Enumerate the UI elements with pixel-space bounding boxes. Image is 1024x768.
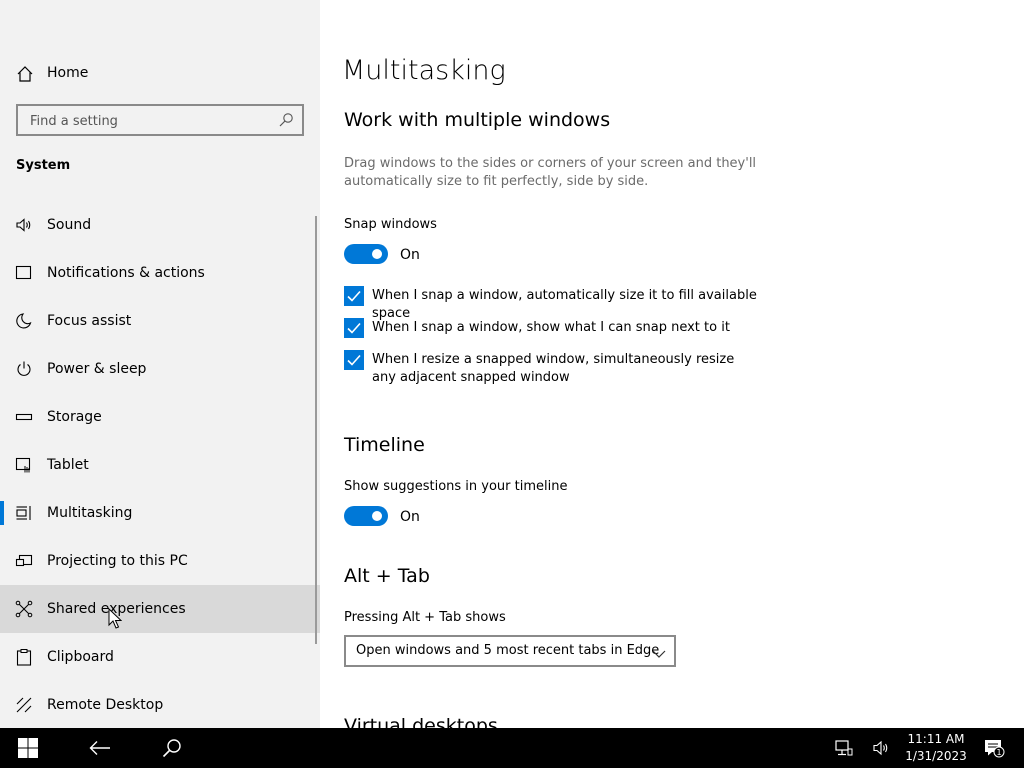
settings-search-box[interactable]: [16, 104, 304, 136]
section-title: System: [16, 158, 71, 173]
nav-home[interactable]: Home: [0, 49, 320, 97]
sidebar-item-label: Focus assist: [47, 313, 132, 329]
taskbar: 11:11 AM 1/31/2023 1: [0, 728, 1024, 768]
sidebar-scrollbar[interactable]: [315, 216, 317, 644]
sidebar-item-projecting[interactable]: Projecting to this PC: [0, 537, 320, 585]
search-icon: [162, 739, 181, 758]
notification-icon: [15, 264, 33, 282]
speaker-icon: [15, 216, 33, 234]
taskbar-clock[interactable]: 11:11 AM 1/31/2023: [898, 731, 974, 765]
sidebar-item-label: Multitasking: [47, 505, 133, 521]
power-icon: [15, 360, 33, 378]
sidebar-item-label: Power & sleep: [47, 361, 147, 377]
sidebar-item-power-sleep[interactable]: Power & sleep: [0, 345, 320, 393]
checkbox[interactable]: [344, 286, 364, 306]
back-arrow-icon: [89, 741, 110, 755]
sidebar-item-tablet[interactable]: Tablet: [0, 441, 320, 489]
multitasking-icon: [15, 504, 33, 522]
section-heading-timeline: Timeline: [344, 434, 425, 456]
snap-windows-state: On: [400, 247, 420, 263]
sidebar-nav-list: Sound Notifications & actions Focus assi…: [0, 201, 320, 728]
action-center-button[interactable]: 1: [972, 728, 1016, 768]
alt-tab-label: Pressing Alt + Tab shows: [344, 610, 506, 625]
toggle-knob: [372, 249, 382, 259]
sidebar-item-label: Tablet: [47, 457, 89, 473]
toggle-knob: [372, 511, 382, 521]
sidebar-item-storage[interactable]: Storage: [0, 393, 320, 441]
network-icon: [835, 740, 853, 756]
sidebar-item-sound[interactable]: Sound: [0, 201, 320, 249]
checkbox[interactable]: [344, 350, 364, 370]
sidebar-item-shared-experiences[interactable]: Shared experiences: [0, 585, 320, 633]
sidebar-item-remote-desktop[interactable]: Remote Desktop: [0, 681, 320, 728]
home-icon: [16, 65, 34, 83]
tablet-icon: [15, 456, 33, 474]
moon-icon: [15, 312, 33, 330]
sidebar-item-label: Remote Desktop: [47, 697, 164, 713]
notification-count: 1: [996, 748, 1001, 757]
sidebar-item-label: Clipboard: [47, 649, 114, 665]
start-button[interactable]: [4, 728, 52, 768]
timeline-suggestions-state: On: [400, 509, 420, 525]
settings-main-content: Multitasking Work with multiple windows …: [320, 0, 1024, 728]
dropdown-value: Open windows and 5 most recent tabs in E…: [356, 643, 660, 658]
clock-date: 1/31/2023: [905, 749, 967, 763]
home-label: Home: [47, 65, 89, 81]
taskbar-search-button[interactable]: [148, 728, 196, 768]
page-title: Multitasking: [342, 55, 506, 86]
search-icon[interactable]: [278, 112, 294, 128]
windows-description: Drag windows to the sides or corners of …: [344, 156, 757, 189]
chevron-down-icon: [652, 645, 666, 658]
projector-icon: [15, 552, 33, 570]
back-button[interactable]: [76, 728, 124, 768]
storage-icon: [15, 408, 33, 426]
alt-tab-dropdown[interactable]: Open windows and 5 most recent tabs in E…: [344, 635, 676, 667]
section-heading-virtual-desktops: Virtual desktops: [344, 715, 498, 728]
timeline-suggestions-toggle[interactable]: [344, 506, 388, 526]
section-heading-windows: Work with multiple windows: [344, 109, 611, 131]
mouse-cursor-icon: [108, 607, 123, 630]
shared-experiences-icon: [15, 600, 33, 618]
sidebar-item-label: Sound: [47, 217, 92, 233]
search-input[interactable]: [28, 111, 272, 131]
snap-windows-label: Snap windows: [344, 217, 437, 232]
sidebar-item-label: Notifications & actions: [47, 265, 205, 281]
remote-desktop-icon: [15, 696, 33, 714]
checkbox[interactable]: [344, 318, 364, 338]
section-heading-alt-tab: Alt + Tab: [344, 565, 430, 587]
timeline-suggestions-label: Show suggestions in your timeline: [344, 479, 568, 494]
volume-icon: [873, 740, 888, 756]
sidebar-item-notifications[interactable]: Notifications & actions: [0, 249, 320, 297]
checkbox-label: When I resize a snapped window, simultan…: [372, 352, 735, 385]
checkbox-label: When I snap a window, automatically size…: [372, 288, 757, 321]
action-center-icon: 1: [985, 740, 1005, 758]
windows-logo-icon: [18, 738, 38, 758]
clipboard-icon: [15, 648, 33, 666]
clock-time: 11:11 AM: [907, 732, 965, 746]
sidebar-item-focus-assist[interactable]: Focus assist: [0, 297, 320, 345]
sidebar-item-label: Projecting to this PC: [47, 553, 188, 569]
selection-indicator: [0, 501, 4, 525]
snap-windows-toggle[interactable]: [344, 244, 388, 264]
sidebar-item-multitasking[interactable]: Multitasking: [0, 489, 320, 537]
sidebar-item-clipboard[interactable]: Clipboard: [0, 633, 320, 681]
sidebar-item-label: Storage: [47, 409, 102, 425]
checkbox-label: When I snap a window, show what I can sn…: [372, 320, 730, 335]
settings-sidebar: Home System Sound Notifications & action…: [0, 0, 320, 728]
